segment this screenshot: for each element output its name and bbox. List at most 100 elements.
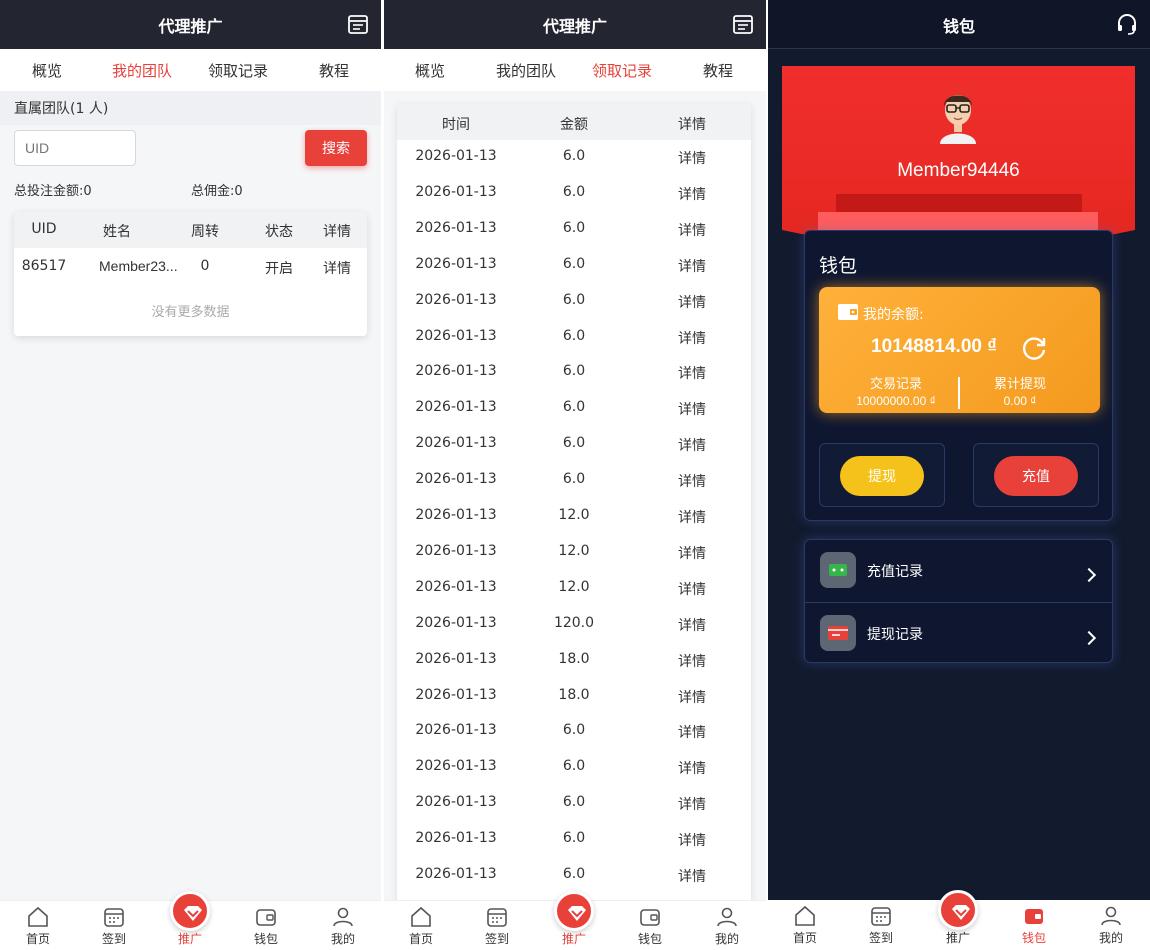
user-icon — [333, 907, 353, 927]
detail-link[interactable]: 详情 — [678, 615, 706, 635]
detail-link[interactable]: 详情 — [678, 471, 706, 491]
detail-link[interactable]: 详情 — [323, 258, 351, 278]
nav-profile[interactable]: 我的 — [313, 905, 373, 947]
amount-cell: 6.0 — [562, 219, 586, 236]
detail-link[interactable]: 详情 — [678, 651, 706, 671]
nav-label: 首页 — [408, 932, 433, 946]
avatar[interactable] — [934, 86, 982, 146]
nav-label: 我的 — [330, 932, 355, 946]
calendar-icon[interactable] — [347, 13, 369, 35]
detail-link[interactable]: 详情 — [678, 866, 706, 886]
turnover-cell: 0 — [200, 258, 210, 274]
search-button[interactable]: 搜索 — [305, 130, 367, 166]
detail-link[interactable]: 详情 — [678, 435, 706, 455]
nav-profile[interactable]: 我的 — [1081, 904, 1141, 946]
wallet-panel: 钱包 我的余额: 10148814.00 ₫ 交易记录 10000000.00 … — [804, 230, 1113, 521]
table-row: 2026-01-13 12.0 详情 — [397, 499, 751, 535]
detail-link[interactable]: 详情 — [678, 328, 706, 348]
nav-label: 我的 — [1098, 931, 1123, 945]
headset-icon[interactable] — [1116, 13, 1138, 35]
tab-my-team[interactable]: 我的团队 — [112, 60, 172, 81]
detail-link[interactable]: 详情 — [678, 148, 706, 168]
member-name: Member94446 — [897, 160, 1020, 181]
nav-label: 推广 — [177, 932, 202, 946]
withdrawn-summary[interactable]: 累计提现 0.00 ₫ — [955, 373, 1085, 408]
detail-link[interactable]: 详情 — [678, 220, 706, 240]
nav-label: 钱包 — [1021, 931, 1046, 945]
nav-promote[interactable]: 推广 — [928, 890, 988, 946]
table-row: 2026-01-13 6.0 详情 — [397, 822, 751, 858]
deposit-button[interactable]: 充值 — [994, 456, 1078, 496]
amount-cell: 6.0 — [562, 291, 586, 308]
calendar-icon — [871, 907, 891, 926]
nav-profile[interactable]: 我的 — [697, 905, 757, 947]
tab-overview[interactable]: 概览 — [415, 60, 445, 81]
detail-link[interactable]: 详情 — [678, 507, 706, 527]
column-header: 状态 — [265, 224, 293, 240]
table-row: 2026-01-13 12.0 详情 — [397, 535, 751, 571]
amount-cell: 6.0 — [562, 866, 586, 882]
amount-cell: 6.0 — [562, 148, 586, 164]
tab-bar: 概览 我的团队 领取记录 教程 — [0, 49, 381, 91]
column-header: 周转 — [191, 224, 219, 240]
detail-link[interactable]: 详情 — [678, 256, 706, 276]
nav-label: 推广 — [945, 931, 970, 945]
nav-promote[interactable]: 推广 — [544, 891, 604, 947]
detail-link[interactable]: 详情 — [678, 292, 706, 312]
balance-label: 我的余额: — [863, 307, 924, 323]
tab-claim-records[interactable]: 领取记录 — [208, 60, 268, 81]
detail-link[interactable]: 详情 — [678, 399, 706, 419]
detail-link[interactable]: 详情 — [678, 758, 706, 778]
top-bar: 钱包 — [768, 0, 1150, 49]
calendar-icon[interactable] — [732, 13, 754, 35]
nav-wallet[interactable]: 钱包 — [236, 905, 296, 947]
page-title: 代理推广 — [542, 17, 607, 36]
detail-link[interactable]: 详情 — [678, 794, 706, 814]
withdraw-button[interactable]: 提现 — [840, 456, 924, 496]
nav-checkin[interactable]: 签到 — [84, 905, 144, 947]
date-cell: 2026-01-13 — [415, 219, 497, 236]
nav-home[interactable]: 首页 — [391, 905, 451, 947]
nav-home[interactable]: 首页 — [775, 904, 835, 946]
tab-claim-records[interactable]: 领取记录 — [592, 60, 652, 81]
table-row: 2026-01-13 6.0 详情 — [397, 284, 751, 320]
transaction-summary[interactable]: 交易记录 10000000.00 ₫ — [831, 373, 961, 408]
nav-label: 钱包 — [253, 932, 278, 946]
nav-wallet[interactable]: 钱包 — [1004, 904, 1064, 946]
table-row: 2026-01-13 6.0 详情 — [397, 355, 751, 391]
balance-value: 10148814.00 ₫ — [871, 336, 997, 357]
withdraw-record-icon — [820, 615, 856, 651]
detail-link[interactable]: 详情 — [678, 363, 706, 383]
amount-cell: 6.0 — [562, 327, 586, 344]
claim-records-screen: 代理推广 概览 我的团队 领取记录 教程 时间 金额 详情 2026-01-13… — [384, 0, 766, 950]
detail-link[interactable]: 详情 — [678, 184, 706, 204]
balance-card: 我的余额: 10148814.00 ₫ 交易记录 10000000.00 ₫ 累… — [819, 287, 1100, 413]
tab-overview[interactable]: 概览 — [32, 60, 62, 81]
home-icon — [795, 905, 815, 926]
nav-wallet[interactable]: 钱包 — [620, 905, 680, 947]
refresh-icon[interactable] — [1019, 333, 1049, 363]
tab-my-team[interactable]: 我的团队 — [496, 60, 556, 81]
detail-link[interactable]: 详情 — [678, 543, 706, 563]
tab-tutorial[interactable]: 教程 — [319, 60, 349, 81]
promote-icon — [554, 891, 594, 931]
team-table: UID 姓名 周转 状态 详情 86517 Member23... 0 开启 详… — [14, 212, 367, 336]
uid-search-input[interactable] — [14, 130, 136, 166]
nav-label: 签到 — [868, 931, 893, 945]
nav-checkin[interactable]: 签到 — [851, 904, 911, 946]
detail-link[interactable]: 详情 — [678, 830, 706, 850]
menu-withdraw-records[interactable]: 提现记录 — [805, 602, 1112, 664]
tab-tutorial[interactable]: 教程 — [703, 60, 733, 81]
nav-checkin[interactable]: 签到 — [467, 905, 527, 947]
detail-link[interactable]: 详情 — [678, 579, 706, 599]
nav-promote[interactable]: 推广 — [160, 891, 220, 947]
menu-deposit-records[interactable]: 充值记录 — [805, 540, 1112, 602]
table-row: 2026-01-13 6.0 详情 — [397, 427, 751, 463]
nav-label: 签到 — [101, 932, 126, 946]
date-cell: 2026-01-13 — [415, 578, 497, 595]
date-cell: 2026-01-13 — [415, 542, 497, 559]
detail-link[interactable]: 详情 — [678, 687, 706, 707]
column-header: 姓名 — [103, 224, 131, 240]
detail-link[interactable]: 详情 — [678, 722, 706, 742]
nav-home[interactable]: 首页 — [8, 905, 68, 947]
